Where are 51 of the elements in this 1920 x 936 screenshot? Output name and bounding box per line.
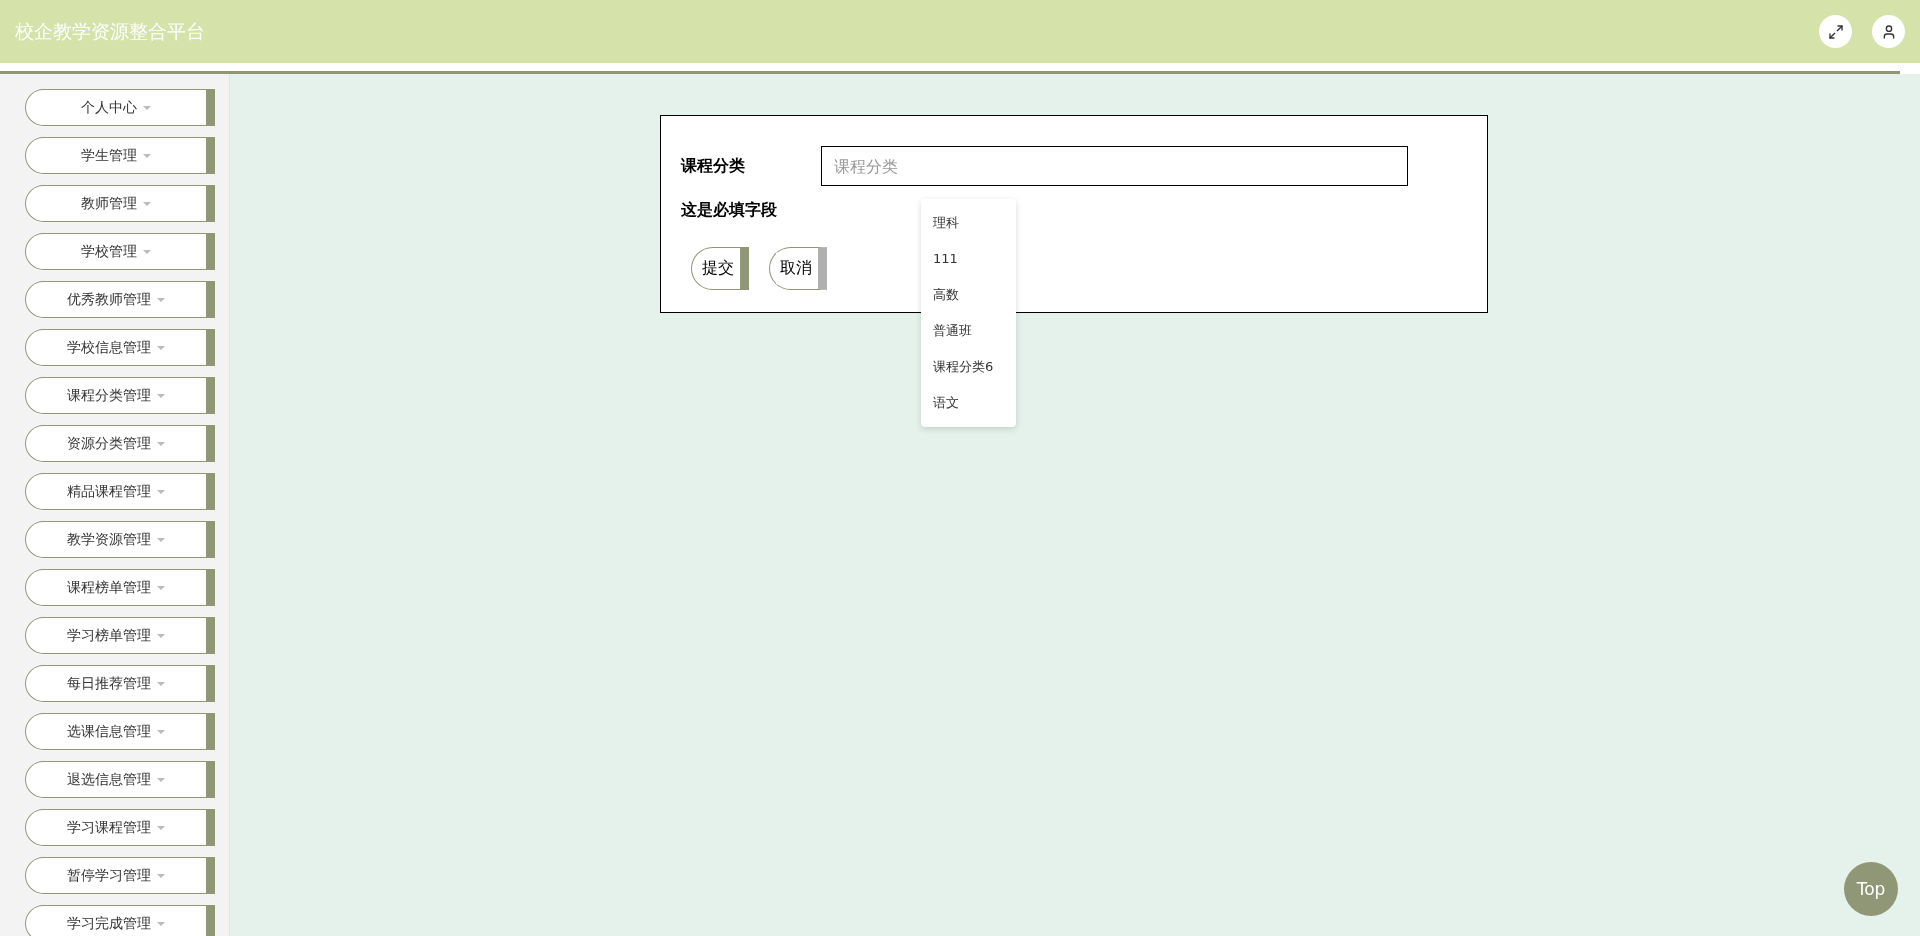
cancel-button[interactable]: 取消	[769, 247, 827, 290]
caret-icon	[143, 153, 151, 158]
submit-button[interactable]: 提交	[691, 247, 749, 290]
menu-item[interactable]: 资源分类管理	[25, 425, 215, 462]
menu-item[interactable]: 优秀教师管理	[25, 281, 215, 318]
menu-item[interactable]: 教学资源管理	[25, 521, 215, 558]
dropdown-option[interactable]: 高数	[921, 277, 1016, 313]
caret-icon	[157, 345, 165, 350]
menu-item[interactable]: 学习课程管理	[25, 809, 215, 846]
menu-item[interactable]: 学校管理	[25, 233, 215, 270]
input-field[interactable]: 课程分类	[821, 146, 1408, 186]
caret-icon	[143, 249, 151, 254]
caret-icon	[157, 633, 165, 638]
caret-icon	[157, 537, 165, 542]
menu-item[interactable]: 暂停学习管理	[25, 857, 215, 894]
required-hint: 这是必填字段	[681, 200, 778, 221]
caret-icon	[157, 777, 165, 782]
menu-item[interactable]: 个人中心	[25, 89, 215, 126]
menu-item[interactable]: 学习榜单管理	[25, 617, 215, 654]
caret-icon	[157, 873, 165, 878]
dropdown-option[interactable]: 课程分类6	[921, 349, 1016, 385]
dropdown-option[interactable]: 理科	[921, 205, 1016, 241]
field-label: 课程分类	[681, 155, 746, 177]
caret-icon	[157, 681, 165, 686]
caret-icon	[157, 297, 165, 302]
menu-item[interactable]: 教师管理	[25, 185, 215, 222]
menu-item[interactable]: 学生管理	[25, 137, 215, 174]
caret-icon	[157, 441, 165, 446]
fullscreen-button[interactable]	[1819, 15, 1852, 48]
user-button[interactable]	[1872, 15, 1905, 48]
caret-icon	[143, 105, 151, 110]
menu-item[interactable]: 课程榜单管理	[25, 569, 215, 606]
menu-item[interactable]: 课程分类管理	[25, 377, 215, 414]
caret-icon	[143, 201, 151, 206]
menu-item[interactable]: 学习完成管理	[25, 905, 215, 936]
caret-icon	[157, 585, 165, 590]
caret-icon	[157, 489, 165, 494]
menu-item[interactable]: 选课信息管理	[25, 713, 215, 750]
expand-icon	[1827, 23, 1844, 40]
caret-icon	[157, 921, 165, 926]
menu-item[interactable]: 精品课程管理	[25, 473, 215, 510]
app-title: 校企教学资源整合平台	[15, 18, 206, 44]
menu-item[interactable]: 学校信息管理	[25, 329, 215, 366]
caret-icon	[157, 393, 165, 398]
dropdown-option[interactable]: 111	[921, 241, 1016, 277]
menu-item[interactable]: 每日推荐管理	[25, 665, 215, 702]
dropdown-option[interactable]: 普通班	[921, 313, 1016, 349]
caret-icon	[157, 825, 165, 830]
menu-item[interactable]: 退选信息管理	[25, 761, 215, 798]
dropdown-option[interactable]: 语文	[921, 385, 1016, 421]
caret-icon	[157, 729, 165, 734]
